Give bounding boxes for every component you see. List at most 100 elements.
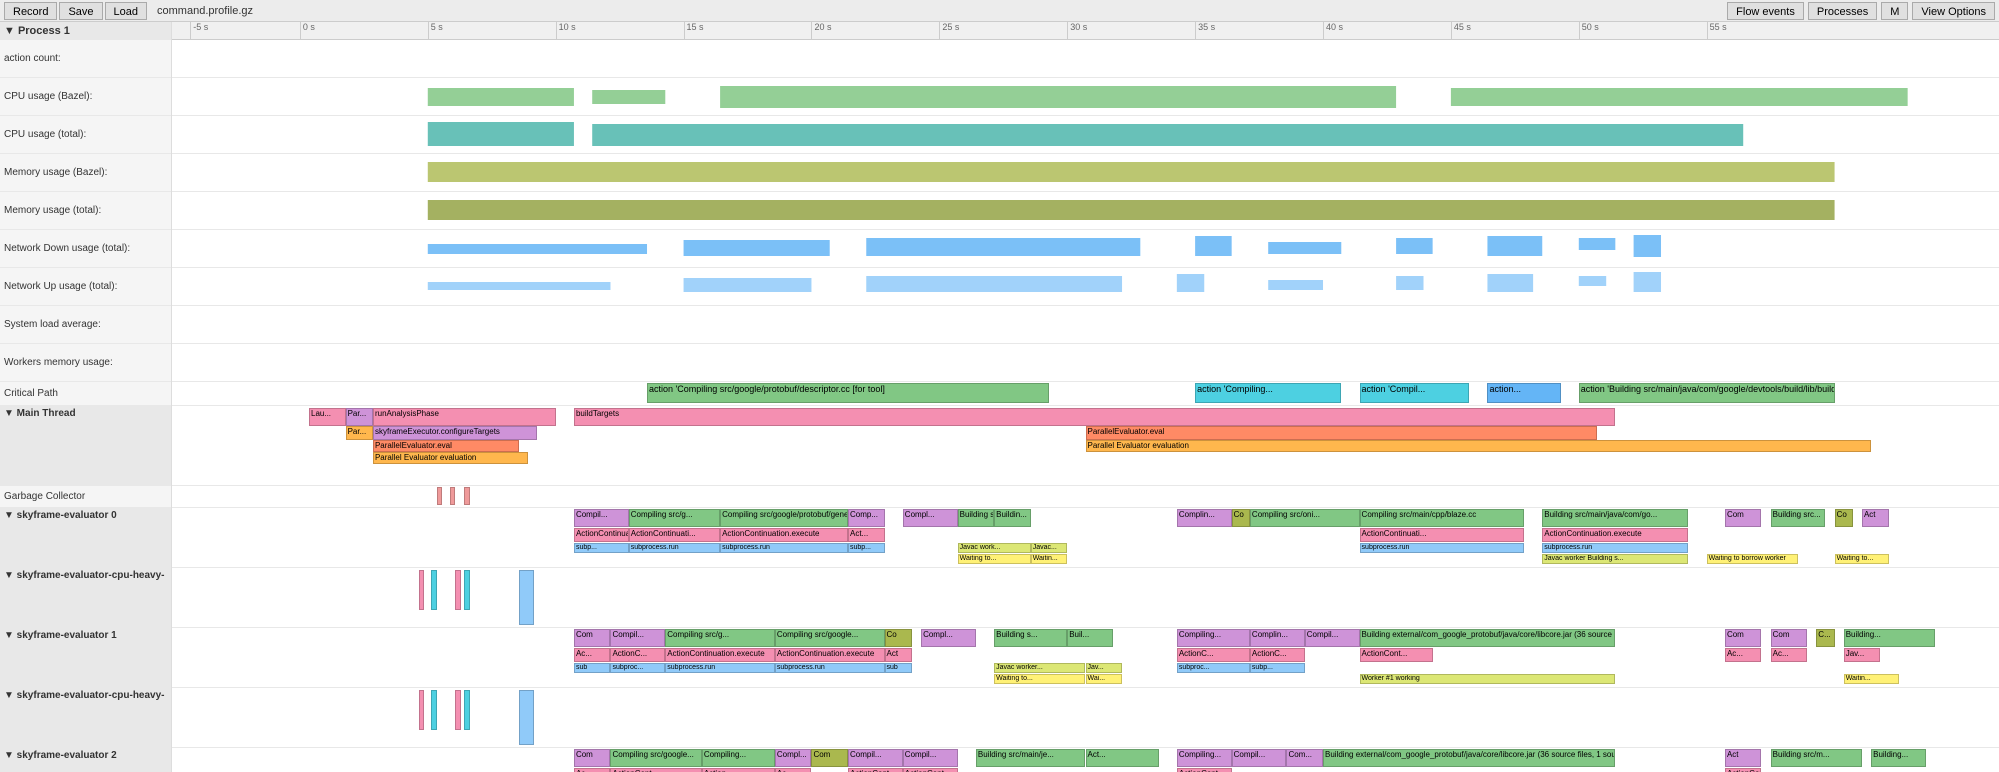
sfe2-compil2[interactable]: Compil... — [903, 749, 958, 767]
cpu-heavy1-seg3[interactable] — [455, 690, 460, 730]
timeline-panel[interactable]: -5 s 0 s 5 s 10 s 15 s 20 s 25 s 30 s 35… — [172, 22, 1999, 772]
sfe2-compil-r2[interactable]: Compil... — [1232, 749, 1287, 767]
sfe0-subprocess-right[interactable]: subprocess.run — [1360, 543, 1524, 553]
sfe1-building-external[interactable]: Building external/com_google_protobuf/ja… — [1360, 629, 1616, 647]
sfe1-subp-r2[interactable]: subp... — [1250, 663, 1305, 673]
sfe0-actioncont-right[interactable]: ActionContinuati... — [1360, 528, 1524, 542]
sfe0-compiling[interactable]: Compiling src/g... — [629, 509, 720, 527]
main-thread-par1[interactable]: Par... — [346, 408, 373, 426]
sfe1-sub-r[interactable]: sub — [885, 663, 912, 673]
sfe2-compl[interactable]: Compl... — [775, 749, 812, 767]
gc-seg-3[interactable] — [464, 487, 469, 505]
critical-path-seg-1[interactable]: action 'Compiling src/google/protobuf/de… — [647, 383, 1049, 403]
process-1-header[interactable]: ▼ Process 1 — [0, 22, 171, 40]
sfe0-javac-worker-building[interactable]: Javac worker Building s... — [1542, 554, 1688, 564]
sfe2-building-srcmain[interactable]: Building src/main/je... — [976, 749, 1086, 767]
sfe0-subprocess-run1[interactable]: subprocess.run — [629, 543, 720, 553]
critical-path-seg-5[interactable]: action 'Building src/main/java/com/googl… — [1579, 383, 1835, 403]
cpu-heavy0-seg2[interactable] — [431, 570, 436, 610]
sfe0-subprocess-run2[interactable]: subprocess.run — [720, 543, 848, 553]
sfe1-compl2[interactable]: Compl... — [921, 629, 976, 647]
sfe1-jav[interactable]: Jav... — [1086, 663, 1123, 673]
sfe0-compil[interactable]: Complin... — [1177, 509, 1232, 527]
sfe2-action-r1[interactable]: Action... — [702, 768, 775, 772]
sfe2-com-r[interactable]: Com — [811, 749, 848, 767]
sfe1-act-r[interactable]: Act — [885, 648, 912, 662]
sfe0-waiting-to-borrow[interactable]: Waiting to borrow worker — [1707, 554, 1798, 564]
sfe1-compiling-r[interactable]: Compiling... — [1177, 629, 1250, 647]
sfe0-waitin[interactable]: Waitin... — [1031, 554, 1068, 564]
label-skyframe-cpu-heavy-0[interactable]: ▼ skyframe-evaluator-cpu-heavy- — [0, 568, 171, 628]
sfe1-sub1[interactable]: sub — [574, 663, 611, 673]
sfe0-buildin[interactable]: Buildin... — [994, 509, 1031, 527]
cpu-heavy0-seg4[interactable] — [464, 570, 469, 610]
sfe0-javac2[interactable]: Javac... — [1031, 543, 1068, 553]
sfe0-act[interactable]: Act — [1862, 509, 1889, 527]
sfe0-compiling2[interactable]: Compiling src/google/protobuf/general... — [720, 509, 848, 527]
sfe0-comp2[interactable]: Comp... — [848, 509, 885, 527]
sfe1-wai[interactable]: Wai... — [1086, 674, 1123, 684]
processes-button[interactable]: Processes — [1808, 2, 1877, 20]
sfe1-building-right[interactable]: Building... — [1844, 629, 1935, 647]
label-skyframe-eval-0[interactable]: ▼ skyframe-evaluator 0 — [0, 508, 171, 568]
critical-path-seg-3[interactable]: action 'Compil... — [1360, 383, 1470, 403]
sfe2-compil[interactable]: Compil... — [848, 749, 903, 767]
sfe1-subproc1[interactable]: subproc... — [610, 663, 665, 673]
sfe2-actioncont-right[interactable]: ActionCont... — [1725, 768, 1762, 772]
load-button[interactable]: Load — [105, 2, 147, 20]
label-main-thread[interactable]: ▼ Main Thread — [0, 406, 171, 486]
cpu-heavy0-seg3[interactable] — [455, 570, 460, 610]
sfe0-building[interactable]: Building sr... — [958, 509, 995, 527]
sfe2-com1[interactable]: Com — [574, 749, 611, 767]
sfe0-javac[interactable]: Javac work... — [958, 543, 1031, 553]
sfe2-act-right[interactable]: Act — [1725, 749, 1762, 767]
sfe0-subp1[interactable]: subp... — [574, 543, 629, 553]
sfe1-subprocess-run2[interactable]: subprocess.run — [775, 663, 885, 673]
sfe0-subp2[interactable]: subp... — [848, 543, 885, 553]
sfe1-co[interactable]: Co — [885, 629, 912, 647]
sfe1-subprocess-run1[interactable]: subprocess.run — [665, 663, 775, 673]
main-thread-par2[interactable]: Par... — [346, 426, 373, 440]
view-options-button[interactable]: View Options — [1912, 2, 1995, 20]
main-thread-pe-eval-right[interactable]: ParallelEvaluator.eval — [1086, 426, 1598, 440]
cpu-heavy1-seg1[interactable] — [419, 690, 424, 730]
main-thread-pe-eval[interactable]: ParallelEvaluator.eval — [373, 440, 519, 452]
sfe0-compl1[interactable]: Compil... — [574, 509, 629, 527]
sfe2-building-external[interactable]: Building external/com_google_protobuf/ja… — [1323, 749, 1615, 767]
sfe0-action-continuation-execute-r[interactable]: ActionContinuation.execute — [1542, 528, 1688, 542]
sfe0-compl3[interactable]: Compl... — [903, 509, 958, 527]
sfe0-waiting-to-right[interactable]: Waiting to... — [1835, 554, 1890, 564]
sfe2-actioncont-r4[interactable]: ActionCont... — [903, 768, 958, 772]
gc-seg-2[interactable] — [450, 487, 455, 505]
sfe1-waiting[interactable]: Waiting to... — [994, 674, 1085, 684]
record-button[interactable]: Record — [4, 2, 57, 20]
sfe1-ac-right2[interactable]: Ac... — [1771, 648, 1808, 662]
sfe1-subproc-r[interactable]: subproc... — [1177, 663, 1250, 673]
sfe1-com-right[interactable]: Com — [1725, 629, 1762, 647]
sfe2-compiling-r[interactable]: Compiling... — [1177, 749, 1232, 767]
sfe1-com1[interactable]: Com — [574, 629, 611, 647]
sfe2-actioncont1[interactable]: ActionCont... — [610, 768, 701, 772]
sfe1-waitin-right[interactable]: Waitin... — [1844, 674, 1899, 684]
sfe0-compiling-srcmain[interactable]: Compiling src/main/cpp/blaze.cc — [1360, 509, 1524, 527]
sfe1-actioncont2[interactable]: ActionContinuation.execute — [775, 648, 885, 662]
main-thread-pe-evaluation[interactable]: Parallel Evaluator evaluation — [373, 452, 528, 464]
sfe0-building-main[interactable]: Building src/main/java/com/go... — [1542, 509, 1688, 527]
sfe1-building-s[interactable]: Building s... — [994, 629, 1067, 647]
sfe2-ac-r2[interactable]: Ac... — [775, 768, 812, 772]
sfe1-worker1[interactable]: Worker #1 working — [1360, 674, 1616, 684]
sfe0-actioncontinuation-execute[interactable]: ActionContinuation.execute — [720, 528, 848, 542]
sfe1-actionc-r[interactable]: ActionC... — [1177, 648, 1250, 662]
sfe1-buil[interactable]: Buil... — [1067, 629, 1113, 647]
sfe1-com-right2[interactable]: Com — [1771, 629, 1808, 647]
cpu-heavy1-seg2[interactable] — [431, 690, 436, 730]
sfe0-co[interactable]: Co — [1232, 509, 1250, 527]
cpu-heavy1-long[interactable] — [519, 690, 534, 745]
sfe1-compil-r2[interactable]: Compil... — [1305, 629, 1360, 647]
label-skyframe-eval-1[interactable]: ▼ skyframe-evaluator 1 — [0, 628, 171, 688]
sfe2-compiling[interactable]: Compiling... — [702, 749, 775, 767]
sfe1-compiling-srcgoogle[interactable]: Compiling src/google... — [775, 629, 885, 647]
m-button[interactable]: M — [1881, 2, 1908, 20]
sfe1-ac-right[interactable]: Ac... — [1725, 648, 1762, 662]
label-skyframe-eval-2[interactable]: ▼ skyframe-evaluator 2 — [0, 748, 171, 772]
